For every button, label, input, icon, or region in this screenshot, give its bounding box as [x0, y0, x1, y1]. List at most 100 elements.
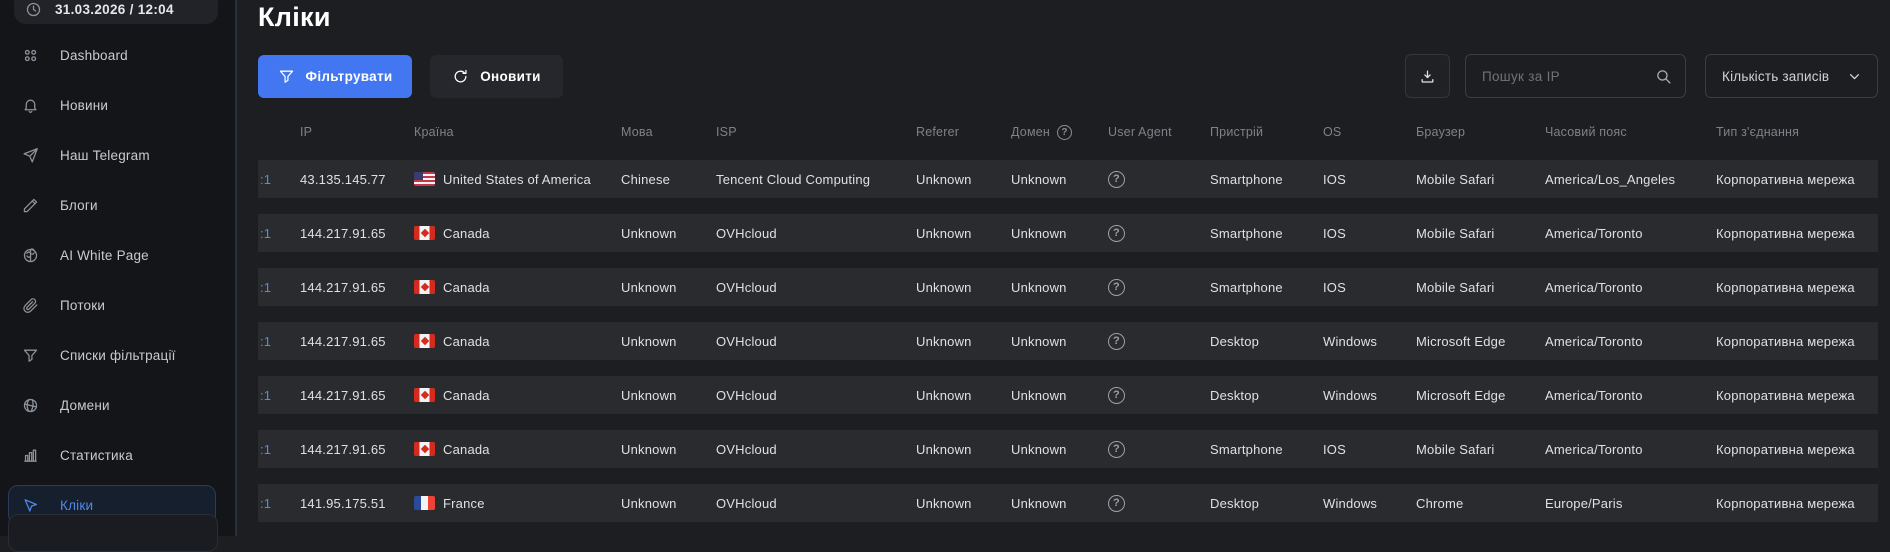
page-title: Кліки: [258, 2, 1878, 33]
cell-connection: Корпоративна мережа: [1716, 442, 1878, 457]
cell-device: Smartphone: [1210, 280, 1323, 295]
cell-referer: Unknown: [916, 172, 1011, 187]
question-circle-icon[interactable]: ?: [1108, 225, 1125, 242]
cell-browser: Chrome: [1416, 496, 1545, 511]
sidebar-partial-card: [8, 514, 218, 552]
cell-os: Windows: [1323, 388, 1416, 403]
records-count-select[interactable]: Кількість записів: [1705, 54, 1878, 98]
sidebar-item-label: Новини: [60, 98, 108, 113]
question-circle-icon[interactable]: ?: [1108, 441, 1125, 458]
sidebar: 31.03.2026 / 12:04 Dashboard Новини Наш …: [0, 0, 237, 536]
sidebar-item[interactable]: Домени: [8, 385, 216, 425]
funnel-icon: [21, 346, 39, 364]
chevron-down-icon: [1846, 68, 1863, 85]
cell-country: Canada: [414, 334, 621, 349]
cell-os: IOS: [1323, 172, 1416, 187]
row-id-link[interactable]: :1: [258, 226, 300, 241]
search-icon[interactable]: [1655, 68, 1672, 85]
cell-language: Unknown: [621, 226, 716, 241]
table-row[interactable]: :1 144.217.91.65 Canada Unknown OVHcloud…: [258, 376, 1878, 414]
column-header: Мова: [621, 125, 716, 139]
cursor-icon: [21, 496, 39, 514]
cell-referer: Unknown: [916, 496, 1011, 511]
paperclip-icon: [21, 296, 39, 314]
brain-icon: [21, 246, 39, 264]
cell-isp: OVHcloud: [716, 226, 916, 241]
cell-isp: Tencent Cloud Computing: [716, 172, 916, 187]
question-circle-icon[interactable]: ?: [1108, 387, 1125, 404]
sidebar-item[interactable]: Новини: [8, 85, 216, 125]
row-id-link[interactable]: :1: [258, 280, 300, 295]
question-circle-icon[interactable]: ?: [1057, 125, 1072, 140]
cell-user-agent: ?: [1108, 494, 1210, 512]
cell-user-agent: ?: [1108, 278, 1210, 296]
cell-language: Unknown: [621, 442, 716, 457]
row-id-link[interactable]: :1: [258, 334, 300, 349]
cell-timezone: America/Los_Angeles: [1545, 172, 1716, 187]
table-row[interactable]: :1 144.217.91.65 Canada Unknown OVHcloud…: [258, 268, 1878, 306]
sidebar-item[interactable]: Наш Telegram: [8, 135, 216, 175]
column-header: Referer: [916, 125, 1011, 139]
table-row[interactable]: :1 144.217.91.65 Canada Unknown OVHcloud…: [258, 214, 1878, 252]
cell-connection: Корпоративна мережа: [1716, 388, 1878, 403]
table-row[interactable]: :1 144.217.91.65 Canada Unknown OVHcloud…: [258, 322, 1878, 360]
table-row[interactable]: :1 141.95.175.51 France Unknown OVHcloud…: [258, 484, 1878, 522]
download-button[interactable]: [1405, 54, 1450, 98]
sidebar-item-label: Статистика: [60, 448, 133, 463]
clock-icon: [25, 1, 42, 18]
question-circle-icon[interactable]: ?: [1108, 279, 1125, 296]
cell-isp: OVHcloud: [716, 442, 916, 457]
refresh-button[interactable]: Оновити: [430, 55, 563, 98]
search-input[interactable]: [1480, 68, 1647, 85]
question-circle-icon[interactable]: ?: [1108, 495, 1125, 512]
row-id-link[interactable]: :1: [258, 442, 300, 457]
sidebar-item-label: Домени: [60, 398, 110, 413]
table-row[interactable]: :1 43.135.145.77 United States of Americ…: [258, 160, 1878, 198]
cell-domain: Unknown: [1011, 442, 1108, 457]
cell-device: Smartphone: [1210, 226, 1323, 241]
column-header: Часовий пояс: [1545, 125, 1716, 139]
cell-domain: Unknown: [1011, 172, 1108, 187]
cell-country: Canada: [414, 388, 621, 403]
column-header: User Agent: [1108, 125, 1210, 139]
sidebar-item[interactable]: Списки фільтрації: [8, 335, 216, 375]
download-icon: [1419, 68, 1436, 85]
column-header: Пристрій: [1210, 125, 1323, 139]
sidebar-item[interactable]: Потоки: [8, 285, 216, 325]
cell-browser: Mobile Safari: [1416, 172, 1545, 187]
sidebar-nav: Dashboard Новини Наш Telegram Блоги AI W…: [0, 35, 235, 525]
cell-ip: 144.217.91.65: [300, 280, 414, 295]
date-time-card: 31.03.2026 / 12:04: [14, 0, 218, 24]
sidebar-item-label: Потоки: [60, 298, 105, 313]
cell-user-agent: ?: [1108, 170, 1210, 188]
cell-language: Unknown: [621, 334, 716, 349]
country-flag-icon: [414, 226, 435, 240]
cell-device: Smartphone: [1210, 442, 1323, 457]
question-circle-icon[interactable]: ?: [1108, 171, 1125, 188]
filter-button[interactable]: Фільтрувати: [258, 55, 412, 98]
country-flag-icon: [414, 388, 435, 402]
cell-timezone: America/Toronto: [1545, 442, 1716, 457]
table-row[interactable]: :1 144.217.91.65 Canada Unknown OVHcloud…: [258, 430, 1878, 468]
toolbar: Фільтрувати Оновити Кількість записів: [258, 54, 1878, 98]
cell-os: IOS: [1323, 280, 1416, 295]
cell-os: IOS: [1323, 226, 1416, 241]
question-circle-icon[interactable]: ?: [1108, 333, 1125, 350]
search-box: [1465, 54, 1686, 98]
row-id-link[interactable]: :1: [258, 496, 300, 511]
cell-referer: Unknown: [916, 442, 1011, 457]
sidebar-item[interactable]: Статистика: [8, 435, 216, 475]
cell-domain: Unknown: [1011, 496, 1108, 511]
cell-isp: OVHcloud: [716, 388, 916, 403]
cell-domain: Unknown: [1011, 388, 1108, 403]
cell-timezone: America/Toronto: [1545, 226, 1716, 241]
country-flag-icon: [414, 280, 435, 294]
sidebar-item[interactable]: Блоги: [8, 185, 216, 225]
row-id-link[interactable]: :1: [258, 388, 300, 403]
row-id-link[interactable]: :1: [258, 172, 300, 187]
cell-device: Desktop: [1210, 496, 1323, 511]
sidebar-item[interactable]: Dashboard: [8, 35, 216, 75]
country-flag-icon: [414, 442, 435, 456]
sidebar-item[interactable]: AI White Page: [8, 235, 216, 275]
cell-country: United States of America: [414, 172, 621, 187]
